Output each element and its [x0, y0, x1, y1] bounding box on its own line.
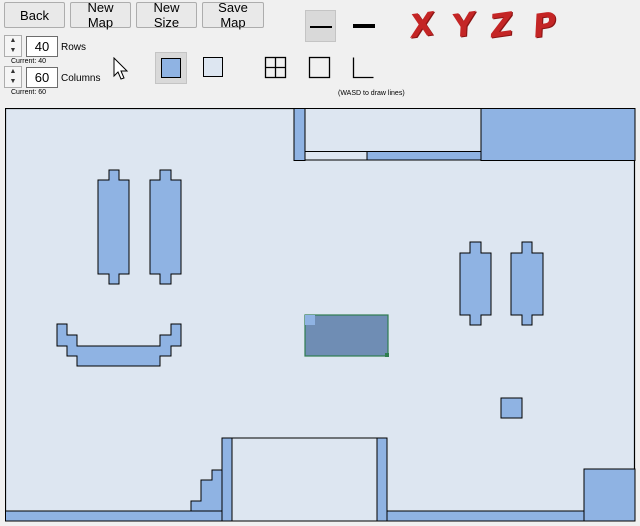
pillar-left-1[interactable]	[97, 169, 130, 285]
rows-current-text: Current: 40	[11, 58, 47, 65]
empty-floor-tool-button[interactable]	[198, 52, 230, 84]
columns-up-arrow-icon[interactable]: ▲	[5, 67, 21, 77]
save-map-button[interactable]: Save Map	[202, 0, 264, 30]
new-map-button[interactable]: New Map	[70, 0, 131, 30]
rows-up-arrow-icon[interactable]: ▲	[5, 36, 21, 46]
pillar-right-2[interactable]	[510, 241, 544, 326]
thick-line-tool-button[interactable]	[349, 10, 380, 42]
bottom-room-right-wall[interactable]	[376, 437, 388, 522]
mouse-cursor-icon	[113, 57, 129, 80]
selection-resize-handle[interactable]	[385, 353, 389, 357]
new-size-button[interactable]: New Size	[136, 0, 197, 30]
top-right-wall-block[interactable]	[480, 108, 636, 161]
bottom-wall-right[interactable]	[386, 510, 585, 522]
columns-input[interactable]: 60	[26, 67, 58, 88]
bottom-right-wall-block[interactable]	[583, 468, 636, 522]
empty-swatch	[203, 57, 223, 77]
rows-input[interactable]: 40	[26, 36, 58, 57]
map-canvas[interactable]	[5, 108, 636, 522]
columns-label: Columns	[61, 73, 101, 84]
columns-down-arrow-icon[interactable]: ▼	[5, 77, 21, 87]
fill-wall-tool-button[interactable]	[155, 52, 187, 84]
bottom-wall-left[interactable]	[5, 510, 233, 522]
rows-label: Rows	[61, 42, 87, 53]
rows-down-arrow-icon[interactable]: ▼	[5, 46, 21, 56]
x-axis-letter[interactable]: X	[407, 4, 437, 45]
p-axis-letter[interactable]: P	[530, 5, 559, 46]
pillar-right-1[interactable]	[459, 241, 492, 326]
columns-current-text: Current: 60	[11, 89, 47, 96]
pillar-left-2[interactable]	[149, 169, 182, 285]
back-button[interactable]: Back	[4, 2, 65, 28]
corner-lines-icon[interactable]	[352, 56, 376, 80]
top-wall-bottom[interactable]	[366, 150, 482, 161]
selection-anchor-cell	[305, 315, 315, 325]
top-room[interactable]	[304, 108, 482, 152]
bottom-room[interactable]	[231, 437, 378, 522]
fill-swatch	[161, 58, 181, 78]
thin-line-tool-button[interactable]	[305, 10, 336, 42]
top-wall-left[interactable]	[293, 108, 306, 161]
z-axis-letter[interactable]: Z	[487, 5, 515, 46]
thin-line-icon	[310, 26, 332, 28]
small-block[interactable]	[500, 397, 523, 419]
selection-rectangle[interactable]	[304, 314, 389, 357]
columns-stepper[interactable]: ▲ ▼	[4, 66, 22, 88]
rows-stepper[interactable]: ▲ ▼	[4, 35, 22, 57]
border-box-icon[interactable]	[308, 56, 332, 80]
y-axis-letter[interactable]: Y	[449, 5, 477, 46]
grid-lines-icon[interactable]	[264, 56, 288, 80]
bottom-room-left-wall[interactable]	[221, 437, 233, 522]
wasd-hint: (WASD to draw lines)	[338, 90, 405, 97]
thick-line-icon	[353, 24, 375, 28]
top-doorway[interactable]	[304, 150, 368, 161]
